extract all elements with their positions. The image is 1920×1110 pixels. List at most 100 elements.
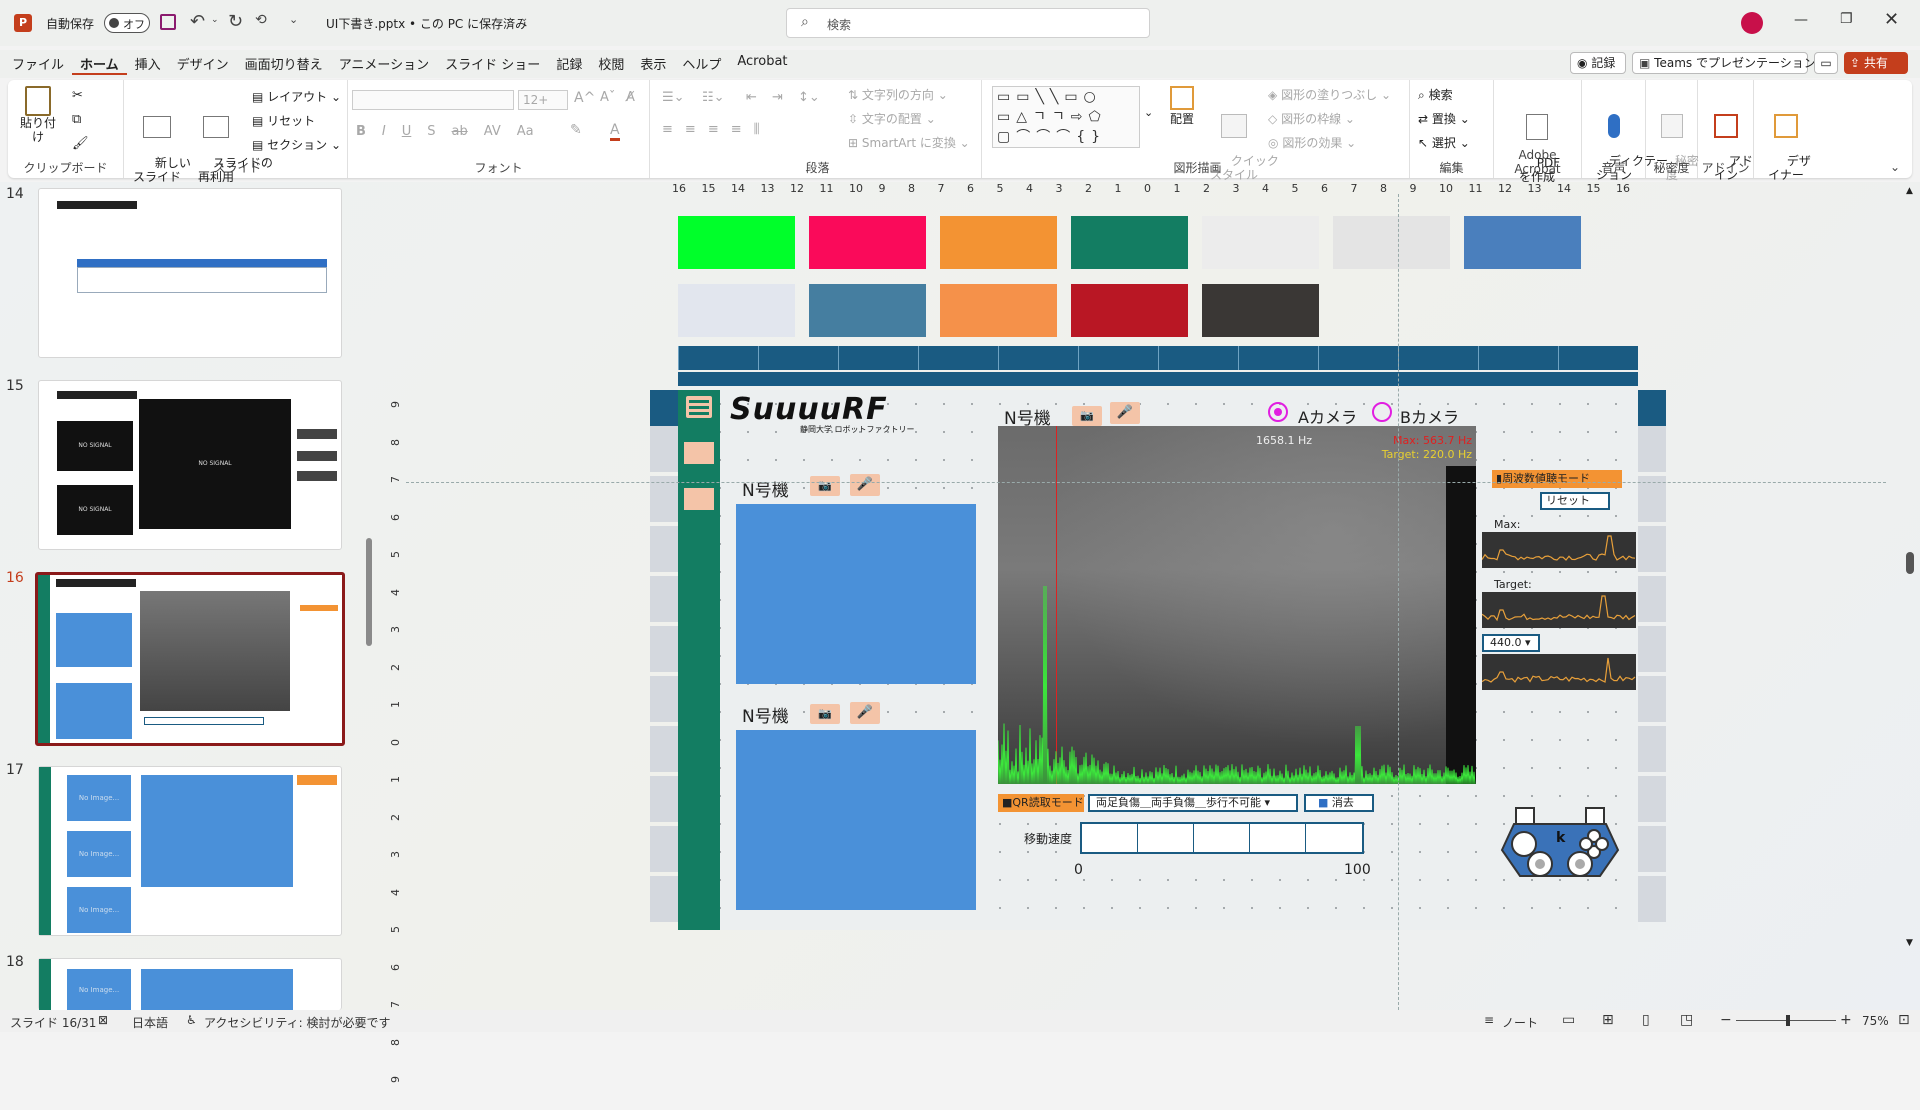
search-box[interactable]: ⌕ 検索 [786, 8, 1150, 38]
zoom-out-icon[interactable]: − [1720, 1012, 1732, 1028]
undo-icon[interactable]: ↶ [190, 11, 205, 32]
microphone-icon[interactable]: 🎤 [1110, 402, 1140, 424]
palette-swatch[interactable] [678, 216, 795, 269]
italic-button[interactable]: I [382, 124, 386, 139]
case-button[interactable]: Aa [517, 124, 534, 139]
slide-thumbnail-18[interactable]: No Image... [38, 958, 342, 1011]
scrollbar-thumb[interactable] [366, 538, 372, 646]
record-button[interactable]: ◉ 記録 [1570, 52, 1626, 74]
status-select[interactable]: 両足負傷＿両手負傷＿歩行不可能 ▾ [1088, 794, 1298, 812]
tab-3[interactable]: デザイン [169, 54, 237, 75]
shape-fill-button[interactable]: ◈ 図形の塗りつぶし ⌄ [1268, 86, 1391, 103]
reading-view-icon[interactable]: ▯ [1642, 1012, 1650, 1028]
save-icon[interactable] [160, 14, 176, 30]
maximize-icon[interactable]: ❐ [1840, 11, 1853, 27]
camera-icon[interactable]: 📷 [810, 476, 840, 496]
file-title[interactable]: UI下書き.pptx • この PC に保存済み [326, 15, 527, 32]
draw-icon[interactable]: ⟲ [255, 12, 267, 28]
align-right-icon[interactable]: ≡ [708, 122, 719, 137]
numbering-icon[interactable]: ☷⌄ [702, 90, 725, 105]
chevron-down-icon[interactable]: ⌄ [520, 13, 528, 24]
redo-icon[interactable]: ↻ [228, 11, 243, 32]
text-align-button[interactable]: ⇳ 文字の配置 ⌄ [848, 110, 936, 127]
slide-thumbnail-16[interactable] [35, 572, 345, 746]
scrollbar-thumb[interactable] [1906, 552, 1914, 574]
undo-dropdown-icon[interactable]: ⌄ [211, 15, 219, 25]
find-button[interactable]: ⌕ 検索 [1418, 86, 1453, 103]
sidebar-button[interactable] [684, 442, 714, 464]
notes-button[interactable]: ノート [1502, 1014, 1538, 1031]
slide-sorter-icon[interactable]: ⊞ [1602, 1012, 1614, 1028]
tab-0[interactable]: ファイル [4, 54, 72, 75]
palette-swatch[interactable] [1202, 284, 1319, 337]
comments-icon[interactable]: ▭ [1814, 52, 1838, 74]
close-icon[interactable]: ✕ [1884, 9, 1899, 30]
increase-indent-icon[interactable]: ⇥ [772, 90, 783, 105]
main-scrollbar[interactable]: ▲ ▼ [1904, 182, 1918, 1010]
select-button[interactable]: ↖ 選択 ⌄ [1418, 134, 1470, 151]
slide-thumbnail-15[interactable]: NO SIGNAL NO SIGNAL NO SIGNAL [38, 380, 342, 550]
dictate-button[interactable]: ディクテー ション [1586, 86, 1668, 196]
shadow-button[interactable]: S [427, 124, 435, 139]
hamburger-menu-icon[interactable] [686, 396, 712, 418]
share-button[interactable]: ⇪ 共有 [1844, 52, 1908, 74]
camera-a-radio[interactable] [1268, 402, 1288, 422]
user-avatar[interactable] [1741, 12, 1763, 34]
tab-11[interactable]: Acrobat [729, 54, 795, 75]
replace-button[interactable]: ⇄ 置換 ⌄ [1418, 110, 1470, 127]
zoom-level[interactable]: 75% [1862, 1014, 1889, 1028]
palette-swatch[interactable] [1464, 216, 1581, 269]
fit-slide-icon[interactable]: ⊡ [1898, 1012, 1910, 1028]
text-direction-button[interactable]: ⇅ 文字列の方向 ⌄ [848, 86, 948, 103]
tab-6[interactable]: スライド ショー [437, 54, 548, 75]
zoom-slider[interactable] [1736, 1015, 1836, 1026]
font-color-icon[interactable]: A [610, 122, 620, 141]
decrease-indent-icon[interactable]: ⇤ [746, 90, 757, 105]
tab-7[interactable]: 記録 [548, 54, 590, 75]
scroll-up-icon[interactable]: ▲ [1906, 186, 1913, 196]
columns-icon[interactable]: ⫼ [754, 122, 760, 137]
font-name-select[interactable] [352, 90, 514, 110]
frequency-select[interactable]: 440.0 ▾ [1482, 634, 1540, 652]
palette-swatch[interactable] [1071, 216, 1188, 269]
palette-swatch[interactable] [809, 284, 926, 337]
align-center-icon[interactable]: ≡ [685, 122, 696, 137]
copy-icon[interactable]: ⧉ [72, 112, 81, 127]
font-size-select[interactable]: 12+ [518, 90, 568, 110]
spellcheck-icon[interactable]: ⊠ [98, 1013, 108, 1027]
slideshow-icon[interactable]: ◳ [1680, 1012, 1693, 1028]
clear-format-icon[interactable]: A̸ [626, 90, 635, 105]
normal-view-icon[interactable]: ▭ [1562, 1012, 1575, 1028]
format-painter-icon[interactable]: 🖌 [72, 136, 89, 151]
language[interactable]: 日本語 [132, 1014, 168, 1031]
tab-4[interactable]: 画面切り替え [237, 54, 331, 75]
tab-5[interactable]: アニメーション [331, 54, 437, 75]
speed-slider[interactable] [1080, 822, 1364, 854]
tab-8[interactable]: 校閲 [590, 54, 632, 75]
reset-button[interactable]: ▤ リセット [252, 112, 315, 129]
sensitivity-button[interactable]: 秘密 度 [1652, 86, 1699, 196]
microphone-icon[interactable]: 🎤 [850, 474, 880, 496]
slide-thumbnail-17[interactable]: No Image... No Image... No Image... [38, 766, 342, 936]
palette-swatch[interactable] [678, 284, 795, 337]
line-spacing-icon[interactable]: ↕⌄ [798, 90, 820, 105]
strike-button[interactable]: ab [452, 124, 468, 139]
grow-font-icon[interactable]: A^ [574, 90, 595, 106]
sidebar-button[interactable] [684, 488, 714, 510]
scroll-down-icon[interactable]: ▼ [1906, 938, 1913, 948]
tab-1[interactable]: ホーム [72, 54, 127, 75]
cut-icon[interactable]: ✂ [72, 88, 83, 103]
tab-10[interactable]: ヘルプ [674, 54, 729, 75]
erase-button[interactable]: ■ 消去 [1304, 794, 1374, 812]
justify-icon[interactable]: ≡ [731, 122, 742, 137]
shapes-gallery[interactable]: ▭▭╲╲▭○ ▭△ㄱㄱ⇨⬠ ▢⌒⌒⌒{} [992, 86, 1140, 148]
bullets-icon[interactable]: ☰⌄ [662, 90, 685, 105]
palette-swatch[interactable] [809, 216, 926, 269]
palette-swatch[interactable] [1333, 216, 1450, 269]
palette-swatch[interactable] [1202, 216, 1319, 269]
shapes-more-icon[interactable]: ⌄ [1144, 106, 1153, 119]
shrink-font-icon[interactable]: Aˇ [600, 90, 615, 105]
accessibility-status[interactable]: アクセシビリティ: 検討が必要です [204, 1014, 391, 1031]
slide-canvas[interactable]: SuuuuRF 静岡大学 ロボットファクトリー N号機 📷 🎤 Aカメラ Bカメ… [650, 390, 1666, 930]
shape-effect-button[interactable]: ◎ 図形の効果 ⌄ [1268, 134, 1356, 151]
